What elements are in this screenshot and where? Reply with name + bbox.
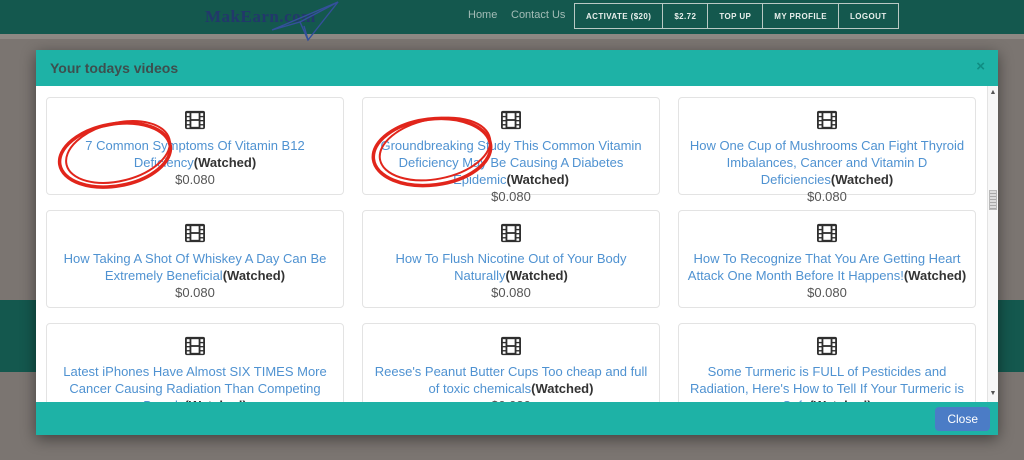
video-title-row: Reese's Peanut Butter Cups Too cheap and… [363,363,659,397]
video-title-row: Groundbreaking Study This Common Vitamin… [363,137,659,188]
video-title-row: 7 Common Symptoms Of Vitamin B12 Deficie… [47,137,343,171]
watched-label: (Watched) [904,268,966,283]
scroll-down-icon[interactable]: ▼ [988,390,998,397]
watched-label: (Watched) [531,381,593,396]
video-price: $0.080 [47,172,343,187]
watched-label: (Watched) [507,172,569,187]
video-price: $0.080 [679,189,975,204]
header-button-group: ACTIVATE ($20) $2.72 TOP UP MY PROFILE L… [575,3,899,29]
close-button[interactable]: Close [935,407,990,431]
watched-label: (Watched) [831,172,893,187]
modal-footer: Close [36,402,998,435]
my-profile-button[interactable]: MY PROFILE [762,3,839,29]
video-card: How One Cup of Mushrooms Can Fight Thyro… [678,97,976,195]
watched-label: (Watched) [505,268,567,283]
video-title-row: How Taking A Shot Of Whiskey A Day Can B… [47,250,343,284]
video-card: How To Flush Nicotine Out of Your Body N… [362,210,660,308]
video-card: Latest iPhones Have Almost SIX TIMES Mor… [46,323,344,402]
video-title-row: How One Cup of Mushrooms Can Fight Thyro… [679,137,975,188]
backdrop-strip [0,34,1024,39]
film-icon [184,223,206,243]
film-icon [816,223,838,243]
video-card: How Taking A Shot Of Whiskey A Day Can B… [46,210,344,308]
video-card: Groundbreaking Study This Common Vitamin… [362,97,660,195]
video-card: How To Recognize That You Are Getting He… [678,210,976,308]
video-title-row: Some Turmeric is FULL of Pesticides and … [679,363,975,402]
watched-label: (Watched) [223,268,285,283]
screen: MakEarn.com Home Contact Us ACTIVATE ($2… [0,0,1024,460]
film-icon [816,110,838,130]
video-title-row: How To Flush Nicotine Out of Your Body N… [363,250,659,284]
video-title-link[interactable]: Latest iPhones Have Almost SIX TIMES Mor… [63,364,327,402]
modal-scrollbar[interactable]: ▲ ▼ [987,86,998,402]
video-title-row: How To Recognize That You Are Getting He… [679,250,975,284]
scroll-up-icon[interactable]: ▲ [988,89,998,96]
video-price: $0.080 [363,285,659,300]
paper-plane-icon [268,0,348,44]
nav-contact-us[interactable]: Contact Us [511,9,565,21]
film-icon [500,223,522,243]
video-price: $0.080 [679,285,975,300]
balance-button[interactable]: $2.72 [662,3,708,29]
nav-home[interactable]: Home [468,9,497,21]
modal-body: 7 Common Symptoms Of Vitamin B12 Deficie… [36,86,998,402]
video-price: $0.080 [47,285,343,300]
video-title-link[interactable]: How Taking A Shot Of Whiskey A Day Can B… [64,251,327,283]
video-card-grid: 7 Common Symptoms Of Vitamin B12 Deficie… [36,86,987,402]
video-title-link[interactable]: Reese's Peanut Butter Cups Too cheap and… [375,364,648,396]
watched-label: (Watched) [194,155,256,170]
video-card: Reese's Peanut Butter Cups Too cheap and… [362,323,660,402]
film-icon [816,336,838,356]
video-title-link[interactable]: How One Cup of Mushrooms Can Fight Thyro… [690,138,964,187]
video-title-link[interactable]: Some Turmeric is FULL of Pesticides and … [690,364,964,402]
modal-header: Your todays videos × [36,50,998,86]
film-icon [500,336,522,356]
video-price: $0.080 [363,189,659,204]
scrollbar-thumb[interactable] [989,190,997,210]
video-title-row: Latest iPhones Have Almost SIX TIMES Mor… [47,363,343,402]
modal-title: Your todays videos [36,50,998,86]
close-icon[interactable]: × [976,50,985,84]
film-icon [184,110,206,130]
activate-button[interactable]: ACTIVATE ($20) [574,3,663,29]
logout-button[interactable]: LOGOUT [838,3,899,29]
video-card: Some Turmeric is FULL of Pesticides and … [678,323,976,402]
film-icon [500,110,522,130]
film-icon [184,336,206,356]
video-card: 7 Common Symptoms Of Vitamin B12 Deficie… [46,97,344,195]
site-header: MakEarn.com Home Contact Us ACTIVATE ($2… [0,0,1024,34]
top-up-button[interactable]: TOP UP [707,3,763,29]
todays-videos-modal: Your todays videos × 7 Common Symptoms O… [36,50,998,435]
